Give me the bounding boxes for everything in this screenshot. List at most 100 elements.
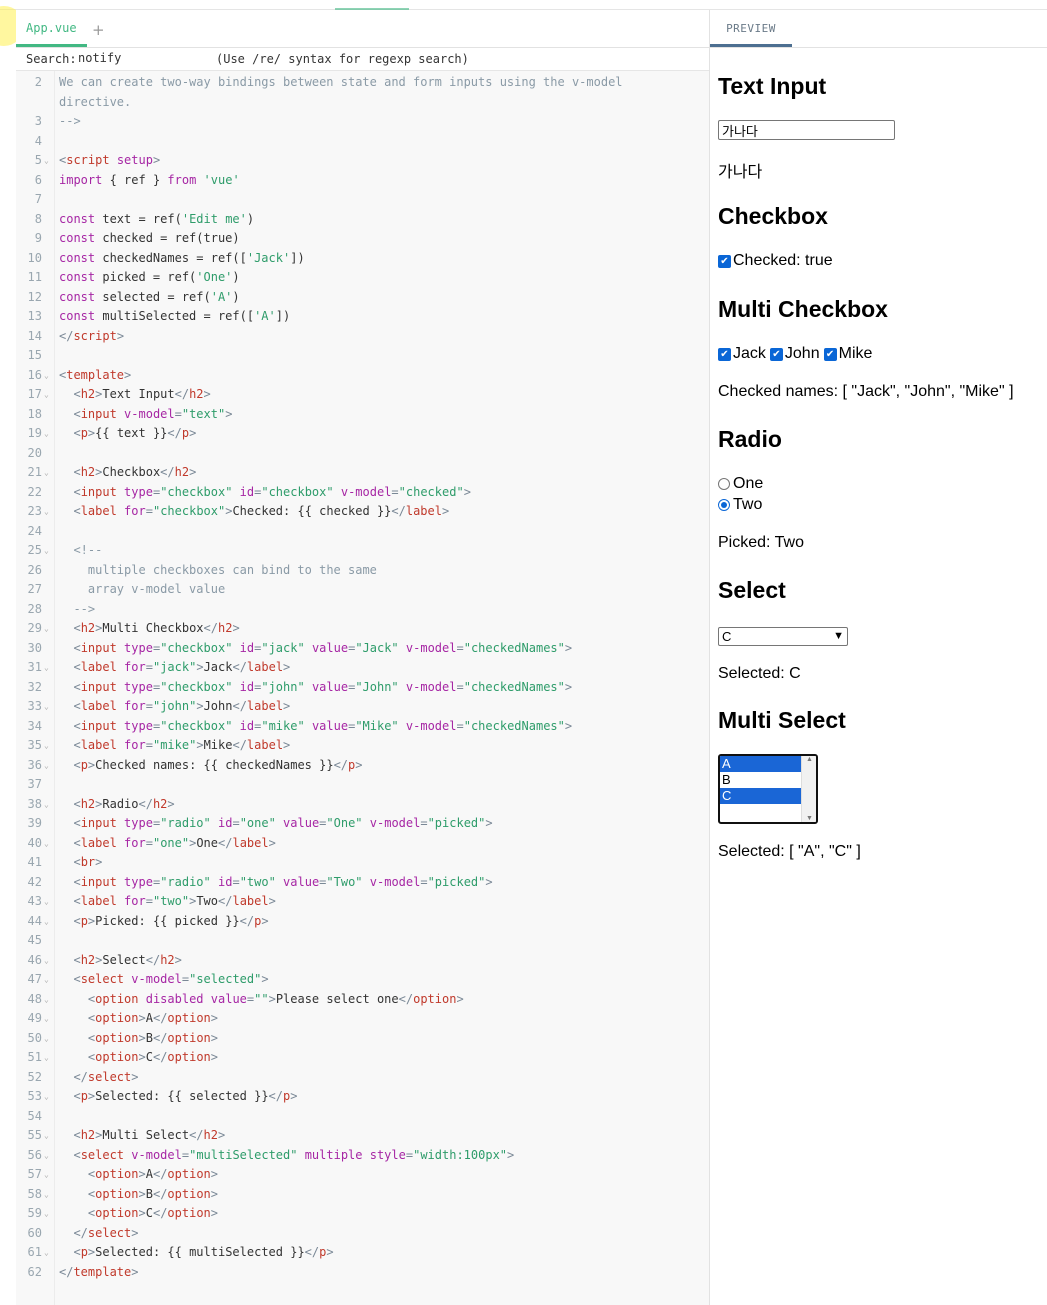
fold-icon[interactable]: ⌄ bbox=[44, 1146, 49, 1166]
code-line[interactable]: 9 const checked = ref(true) bbox=[16, 229, 709, 249]
code-line[interactable]: 59 ⌄ <option>C</option> bbox=[16, 1204, 709, 1224]
fold-icon[interactable]: ⌄ bbox=[44, 1204, 49, 1224]
code-line[interactable]: 26 multiple checkboxes can bind to the s… bbox=[16, 561, 709, 581]
code-line[interactable]: 5 ⌄ <script setup> bbox=[16, 151, 709, 171]
checkbox-checked[interactable]: ✔ bbox=[718, 254, 731, 268]
fold-icon[interactable]: ⌄ bbox=[44, 366, 49, 386]
code-line[interactable]: 15 bbox=[16, 346, 709, 366]
fold-icon[interactable]: ⌄ bbox=[44, 756, 49, 776]
tab-app-vue[interactable]: App.vue bbox=[16, 10, 87, 47]
code-line[interactable]: 60 </select> bbox=[16, 1224, 709, 1244]
code-line[interactable]: 46 ⌄ <h2>Select</h2> bbox=[16, 951, 709, 971]
code-line[interactable]: 42 <input type="radio" id="two" value="T… bbox=[16, 873, 709, 893]
add-tab-button[interactable]: + bbox=[92, 10, 105, 50]
code-line[interactable]: 31 ⌄ <label for="jack">Jack</label> bbox=[16, 658, 709, 678]
code-line[interactable]: 47 ⌄ <select v-model="selected"> bbox=[16, 970, 709, 990]
fold-icon[interactable]: ⌄ bbox=[44, 795, 49, 815]
fold-icon[interactable]: ⌄ bbox=[44, 151, 49, 171]
code-line[interactable]: 41 <br> bbox=[16, 853, 709, 873]
code-line[interactable]: 36 ⌄ <p>Checked names: {{ checkedNames }}… bbox=[16, 756, 709, 776]
code-line[interactable]: 34 <input type="checkbox" id="mike" valu… bbox=[16, 717, 709, 737]
code-line[interactable]: 12 const selected = ref('A') bbox=[16, 288, 709, 308]
code-line[interactable]: 17 ⌄ <h2>Text Input</h2> bbox=[16, 385, 709, 405]
code-line[interactable]: 35 ⌄ <label for="mike">Mike</label> bbox=[16, 736, 709, 756]
fold-icon[interactable]: ⌄ bbox=[44, 1126, 49, 1146]
code-line[interactable]: 53 ⌄ <p>Selected: {{ selected }}</p> bbox=[16, 1087, 709, 1107]
code-line[interactable]: 50 ⌄ <option>B</option> bbox=[16, 1029, 709, 1049]
label-john[interactable]: John bbox=[785, 345, 820, 363]
scroll-up-icon[interactable]: ▲ bbox=[806, 756, 813, 763]
fold-icon[interactable]: ⌄ bbox=[44, 697, 49, 717]
code-line[interactable]: 43 ⌄ <label for="two">Two</label> bbox=[16, 892, 709, 912]
text-input-field[interactable] bbox=[718, 120, 895, 140]
code-line[interactable]: 33 ⌄ <label for="john">John</label> bbox=[16, 697, 709, 717]
fold-icon[interactable]: ⌄ bbox=[44, 541, 49, 561]
multi-select-list[interactable]: A B C ▲ ▼ bbox=[718, 754, 818, 824]
code-line[interactable]: 13 const multiSelected = ref(['A']) bbox=[16, 307, 709, 327]
option-b[interactable]: B bbox=[720, 772, 802, 788]
fold-icon[interactable]: ⌄ bbox=[44, 970, 49, 990]
code-line[interactable]: 52 </select> bbox=[16, 1068, 709, 1088]
checkbox-label[interactable]: Checked: true bbox=[733, 252, 833, 270]
search-input[interactable] bbox=[78, 50, 208, 66]
code-line[interactable]: 40 ⌄ <label for="one">One</label> bbox=[16, 834, 709, 854]
label-one[interactable]: One bbox=[733, 475, 763, 493]
fold-icon[interactable]: ⌄ bbox=[44, 1243, 49, 1263]
code-line[interactable]: 19 ⌄ <p>{{ text }}</p> bbox=[16, 424, 709, 444]
fold-icon[interactable]: ⌄ bbox=[44, 1165, 49, 1185]
code-line[interactable]: 57 ⌄ <option>A</option> bbox=[16, 1165, 709, 1185]
code-line[interactable]: 38 ⌄ <h2>Radio</h2> bbox=[16, 795, 709, 815]
fold-icon[interactable]: ⌄ bbox=[44, 834, 49, 854]
code-line[interactable]: 20 bbox=[16, 444, 709, 464]
code-line[interactable]: 21 ⌄ <h2>Checkbox</h2> bbox=[16, 463, 709, 483]
fold-icon[interactable]: ⌄ bbox=[44, 1048, 49, 1068]
scrollbar[interactable]: ▲ ▼ bbox=[801, 756, 816, 822]
code-line[interactable]: 48 ⌄ <option disabled value="">Please sel… bbox=[16, 990, 709, 1010]
fold-icon[interactable]: ⌄ bbox=[44, 619, 49, 639]
code-line[interactable]: 32 <input type="checkbox" id="john" valu… bbox=[16, 678, 709, 698]
code-line[interactable]: 18 <input v-model="text"> bbox=[16, 405, 709, 425]
fold-icon[interactable]: ⌄ bbox=[44, 912, 49, 932]
option-c[interactable]: C bbox=[720, 788, 802, 804]
label-jack[interactable]: Jack bbox=[733, 345, 766, 363]
fold-icon[interactable]: ⌄ bbox=[44, 951, 49, 971]
code-line[interactable]: 56 ⌄ <select v-model="multiSelected" mult… bbox=[16, 1146, 709, 1166]
fold-icon[interactable]: ⌄ bbox=[44, 502, 49, 522]
checkbox-jack[interactable]: ✔ bbox=[718, 347, 731, 361]
code-line[interactable]: 16 ⌄ <template> bbox=[16, 366, 709, 386]
code-line[interactable]: 14 </script> bbox=[16, 327, 709, 347]
code-line[interactable]: 11 const picked = ref('One') bbox=[16, 268, 709, 288]
code-line[interactable]: 8 const text = ref('Edit me') bbox=[16, 210, 709, 230]
code-line[interactable]: 45 bbox=[16, 931, 709, 951]
code-line[interactable]: 30 <input type="checkbox" id="jack" valu… bbox=[16, 639, 709, 659]
code-line[interactable]: 39 <input type="radio" id="one" value="O… bbox=[16, 814, 709, 834]
checkbox-john[interactable]: ✔ bbox=[769, 347, 783, 361]
fold-icon[interactable]: ⌄ bbox=[44, 1029, 49, 1049]
checkbox-mike[interactable]: ✔ bbox=[823, 347, 837, 361]
fold-icon[interactable]: ⌄ bbox=[44, 463, 49, 483]
fold-icon[interactable]: ⌄ bbox=[44, 424, 49, 444]
code-line[interactable]: 62 </template> bbox=[16, 1263, 709, 1283]
option-a[interactable]: A bbox=[720, 756, 802, 772]
fold-icon[interactable]: ⌄ bbox=[44, 658, 49, 678]
fold-icon[interactable]: ⌄ bbox=[44, 892, 49, 912]
label-mike[interactable]: Mike bbox=[839, 345, 873, 363]
code-line[interactable]: 24 bbox=[16, 522, 709, 542]
code-line[interactable]: 51 ⌄ <option>C</option> bbox=[16, 1048, 709, 1068]
code-line[interactable]: 58 ⌄ <option>B</option> bbox=[16, 1185, 709, 1205]
code-line[interactable]: 22 <input type="checkbox" id="checkbox" … bbox=[16, 483, 709, 503]
fold-icon[interactable]: ⌄ bbox=[44, 1009, 49, 1029]
code-line[interactable]: 37 bbox=[16, 775, 709, 795]
scroll-down-icon[interactable]: ▼ bbox=[806, 815, 813, 822]
code-line[interactable]: 49 ⌄ <option>A</option> bbox=[16, 1009, 709, 1029]
code-line[interactable]: directive. bbox=[16, 93, 709, 113]
code-line[interactable]: 3 --> bbox=[16, 112, 709, 132]
code-line[interactable]: 25 ⌄ <!-- bbox=[16, 541, 709, 561]
code-line[interactable]: 61 ⌄ <p>Selected: {{ multiSelected }}</p> bbox=[16, 1243, 709, 1263]
code-line[interactable]: 4 bbox=[16, 132, 709, 152]
fold-icon[interactable]: ⌄ bbox=[44, 1087, 49, 1107]
code-line[interactable]: 54 bbox=[16, 1107, 709, 1127]
code-line[interactable]: 44 ⌄ <p>Picked: {{ picked }}</p> bbox=[16, 912, 709, 932]
radio-one[interactable] bbox=[718, 478, 730, 490]
code-line[interactable]: 29 ⌄ <h2>Multi Checkbox</h2> bbox=[16, 619, 709, 639]
